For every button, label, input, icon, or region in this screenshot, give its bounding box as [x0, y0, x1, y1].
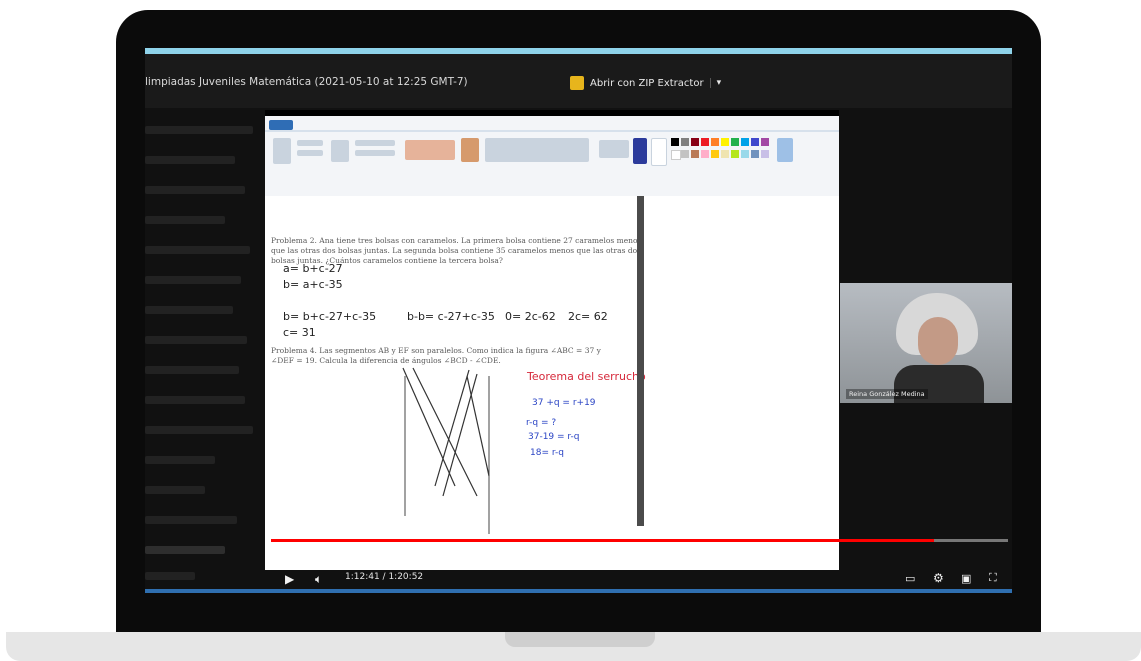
color-swatch[interactable]: [681, 150, 689, 158]
tools-icon: [405, 140, 455, 160]
brushes-icon: [461, 138, 479, 162]
video-title: limpiadas Juveniles Matemática (2021-05-…: [145, 76, 468, 88]
ribbon-tab-strip: [265, 130, 839, 132]
time-display: 1:12:41 / 1:20:52: [345, 572, 424, 582]
sidebar-item[interactable]: [145, 366, 239, 374]
sidebar-item[interactable]: [145, 456, 215, 464]
play-icon[interactable]: ▶: [285, 572, 294, 586]
copy-icon: [297, 150, 323, 156]
sidebar-item[interactable]: [145, 246, 250, 254]
sidebar-item[interactable]: [145, 306, 233, 314]
color-swatch[interactable]: [681, 138, 689, 146]
paint-canvas: Problema 2. Ana tiene tres bolsas con ca…: [265, 196, 839, 570]
problem4-line: Problema 4. Las segmentos AB y EF son pa…: [271, 346, 601, 355]
laptop-notch: [505, 632, 655, 647]
screen: limpiadas Juveniles Matemática (2021-05-…: [145, 48, 1012, 593]
color-swatch[interactable]: [731, 138, 739, 146]
color-swatch[interactable]: [751, 150, 759, 158]
webcam-name-label: Reina González Medina: [846, 389, 928, 399]
color-swatch[interactable]: [741, 138, 749, 146]
sidebar-item[interactable]: [145, 156, 235, 164]
theorem-label: Teorema del serrucho: [527, 370, 646, 383]
equation: c= 31: [283, 326, 316, 339]
color-swatch[interactable]: [691, 150, 699, 158]
geometry-figure: [402, 367, 490, 534]
edit-colors-icon: [777, 138, 793, 162]
equation: 37-19 = r-q: [528, 432, 580, 442]
equation: 0= 2c-62: [505, 310, 556, 323]
color-swatch[interactable]: [751, 138, 759, 146]
equation: b= a+c-35: [283, 278, 343, 291]
problem4-line: ∠DEF = 19. Calcula la diferencia de ángu…: [271, 356, 501, 365]
color1-icon: [633, 138, 647, 164]
crop-icon: [355, 140, 395, 146]
color-swatch[interactable]: [761, 150, 769, 158]
zip-extractor-label: Abrir con ZIP Extractor: [590, 77, 704, 89]
zip-extractor-icon: [570, 76, 584, 90]
progress-fill: [271, 539, 935, 542]
volume-icon[interactable]: 🔈︎: [315, 572, 322, 587]
webcam-feed: Reina González Medina: [840, 283, 1012, 403]
participants-sidebar: [145, 108, 263, 588]
cut-icon: [297, 140, 323, 146]
problem2-line: que las otras dos bolsas juntas. La segu…: [271, 246, 642, 255]
fullscreen-icon[interactable]: ⛶: [989, 571, 997, 585]
color-swatch[interactable]: [741, 150, 749, 158]
color-swatch[interactable]: [711, 138, 719, 146]
color-swatch[interactable]: [671, 138, 679, 146]
resize-icon: [355, 150, 395, 156]
color-swatch[interactable]: [761, 138, 769, 146]
color2-icon: [651, 138, 667, 166]
color-swatch[interactable]: [721, 150, 729, 158]
size-icon: [599, 140, 629, 158]
chevron-down-icon[interactable]: ▾: [709, 78, 721, 88]
bottom-accent-bar: [145, 589, 1012, 593]
color-swatch[interactable]: [701, 150, 709, 158]
sidebar-item[interactable]: [145, 216, 225, 224]
sidebar-item[interactable]: [145, 546, 225, 554]
color-swatch[interactable]: [731, 150, 739, 158]
color-swatch[interactable]: [701, 138, 709, 146]
sidebar-item[interactable]: [145, 572, 195, 580]
equation: r-q = ?: [526, 418, 557, 428]
webcam-face: [918, 317, 958, 365]
equation: 2c= 62: [568, 310, 608, 323]
ribbon-file-tab: [269, 120, 293, 130]
paint-ribbon: [265, 116, 839, 197]
progress-bar[interactable]: [271, 539, 1008, 542]
equation: b-b= c-27+c-35: [407, 310, 495, 323]
color-swatch[interactable]: [721, 138, 729, 146]
sidebar-item[interactable]: [145, 126, 253, 134]
sidebar-item[interactable]: [145, 486, 205, 494]
video-header: limpiadas Juveniles Matemática (2021-05-…: [145, 54, 1012, 108]
color-swatch[interactable]: [691, 138, 699, 146]
sidebar-item[interactable]: [145, 186, 245, 194]
miniplayer-icon[interactable]: ▣: [961, 572, 971, 585]
settings-icon[interactable]: ⚙: [933, 571, 944, 585]
equation: 18= r-q: [530, 448, 564, 458]
select-icon: [331, 140, 349, 162]
canvas-divider: [637, 196, 644, 526]
sidebar-item[interactable]: [145, 516, 237, 524]
equation: a= b+c-27: [283, 262, 343, 275]
color-swatch[interactable]: [711, 150, 719, 158]
shapes-gallery-icon: [485, 138, 589, 162]
sidebar-item[interactable]: [145, 396, 245, 404]
sidebar-item[interactable]: [145, 276, 241, 284]
sidebar-item[interactable]: [145, 336, 247, 344]
equation: 37 +q = r+19: [532, 398, 596, 408]
color-swatch[interactable]: [671, 150, 681, 160]
paste-icon: [273, 138, 291, 164]
zip-extractor-button[interactable]: Abrir con ZIP Extractor ▾: [570, 72, 721, 94]
sidebar-item[interactable]: [145, 426, 253, 434]
video-player[interactable]: Problema 2. Ana tiene tres bolsas con ca…: [265, 110, 839, 570]
subtitles-icon[interactable]: ▭: [905, 572, 915, 585]
equation: b= b+c-27+c-35: [283, 310, 377, 323]
problem2-line: Problema 2. Ana tiene tres bolsas con ca…: [271, 236, 642, 245]
